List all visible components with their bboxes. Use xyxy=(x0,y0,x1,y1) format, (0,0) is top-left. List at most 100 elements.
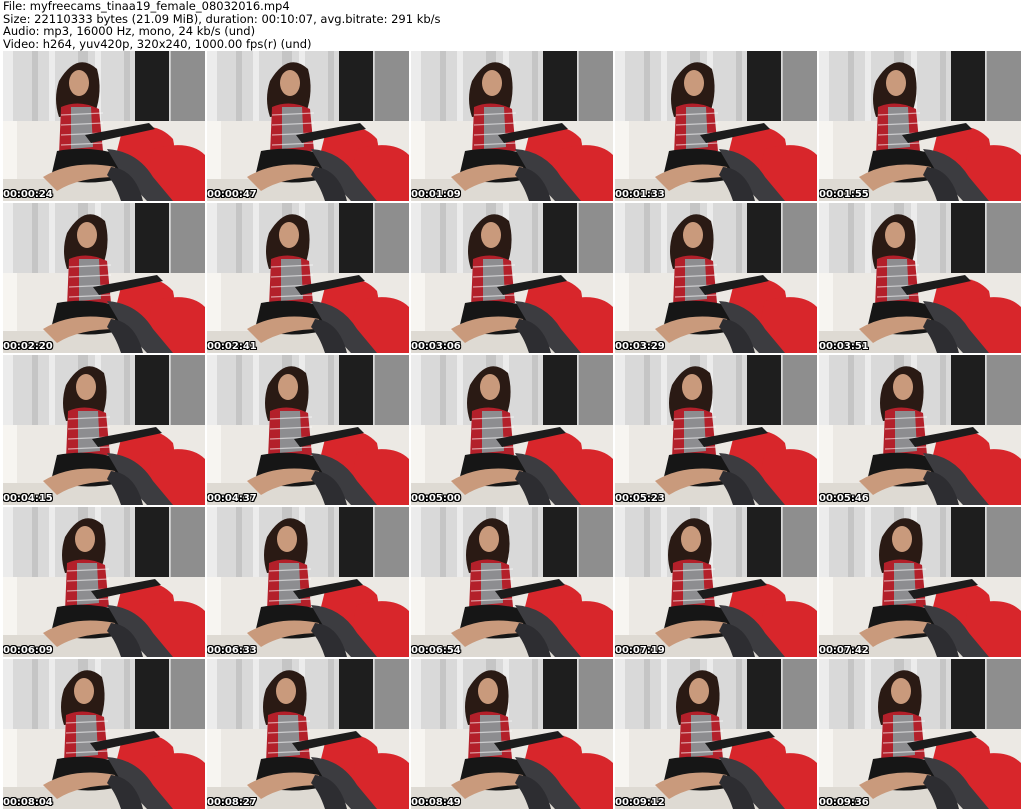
video-thumbnail: 00:06:09 xyxy=(3,507,205,657)
thumbnail-scene xyxy=(3,507,205,657)
face xyxy=(482,70,502,96)
thumbnail-scene xyxy=(615,203,817,353)
face xyxy=(891,678,911,704)
thumbnail-scene xyxy=(615,507,817,657)
thumbnail-timestamp: 00:05:23 xyxy=(615,493,665,504)
video-thumbnail: 00:05:23 xyxy=(615,355,817,505)
video-info-line: Video: h264, yuv420p, 320x240, 1000.00 f… xyxy=(3,36,312,51)
thumbnail-scene xyxy=(819,355,1021,505)
thumbnail-timestamp: 00:08:49 xyxy=(411,797,461,808)
thumbnail-scene xyxy=(411,507,613,657)
video-thumbnail: 00:05:00 xyxy=(411,355,613,505)
video-thumbnail: 00:02:41 xyxy=(207,203,409,353)
thumbnail-scene xyxy=(207,203,409,353)
thumbnail-timestamp: 00:02:20 xyxy=(3,341,53,352)
face xyxy=(277,526,297,552)
thumbnail-scene xyxy=(207,355,409,505)
thumbnail-timestamp: 00:08:27 xyxy=(207,797,257,808)
thumbnail-scene xyxy=(411,355,613,505)
thumbnail-timestamp: 00:00:47 xyxy=(207,189,257,200)
thumbnail-timestamp: 00:02:41 xyxy=(207,341,257,352)
video-thumbnail: 00:00:24 xyxy=(3,51,205,201)
face xyxy=(276,678,296,704)
video-thumbnail: 00:03:51 xyxy=(819,203,1021,353)
video-thumbnail: 00:04:15 xyxy=(3,355,205,505)
video-thumbnail: 00:09:12 xyxy=(615,659,817,809)
thumbnail-timestamp: 00:03:29 xyxy=(615,341,665,352)
video-thumbnail: 00:06:54 xyxy=(411,507,613,657)
face xyxy=(892,526,912,552)
thumbnail-scene xyxy=(3,355,205,505)
face xyxy=(479,526,499,552)
thumbnail-scene xyxy=(819,203,1021,353)
thumbnail-scene xyxy=(615,659,817,809)
video-thumbnail: 00:01:09 xyxy=(411,51,613,201)
thumbnail-timestamp: 00:06:09 xyxy=(3,645,53,656)
thumbnail-timestamp: 00:06:54 xyxy=(411,645,461,656)
thumbnail-scene xyxy=(819,51,1021,201)
thumbnail-timestamp: 00:04:15 xyxy=(3,493,53,504)
face xyxy=(76,374,96,400)
face xyxy=(885,222,905,248)
face xyxy=(689,678,709,704)
thumbnail-scene xyxy=(207,51,409,201)
thumbnail-scene xyxy=(615,355,817,505)
video-thumbnail: 00:03:29 xyxy=(615,203,817,353)
video-thumbnail: 00:08:49 xyxy=(411,659,613,809)
video-thumbnail: 00:01:33 xyxy=(615,51,817,201)
thumbnail-scene xyxy=(411,203,613,353)
thumbnail-scene xyxy=(819,507,1021,657)
face xyxy=(684,70,704,96)
thumbnail-scene xyxy=(3,203,205,353)
face xyxy=(69,70,89,96)
thumbnail-timestamp: 00:04:37 xyxy=(207,493,257,504)
face xyxy=(480,374,500,400)
thumbnail-scene xyxy=(3,659,205,809)
face xyxy=(74,678,94,704)
video-thumbnail: 00:01:55 xyxy=(819,51,1021,201)
video-thumbnail: 00:05:46 xyxy=(819,355,1021,505)
thumbnail-scene xyxy=(207,659,409,809)
thumbnail-scene xyxy=(819,659,1021,809)
face xyxy=(279,222,299,248)
thumbnail-timestamp: 00:07:19 xyxy=(615,645,665,656)
thumbnail-timestamp: 00:07:42 xyxy=(819,645,869,656)
video-thumbnail: 00:07:42 xyxy=(819,507,1021,657)
audio-info-line: Audio: mp3, 16000 Hz, mono, 24 kb/s (und… xyxy=(3,24,256,38)
thumbnail-scene xyxy=(615,51,817,201)
thumbnail-scene xyxy=(207,507,409,657)
video-thumbnail: 00:02:20 xyxy=(3,203,205,353)
thumbnail-timestamp: 00:09:36 xyxy=(819,797,869,808)
thumbnail-timestamp: 00:03:51 xyxy=(819,341,869,352)
video-thumbnail: 00:08:04 xyxy=(3,659,205,809)
thumbnail-timestamp: 00:05:00 xyxy=(411,493,461,504)
video-thumbnail: 00:04:37 xyxy=(207,355,409,505)
thumbnail-scene xyxy=(3,51,205,201)
thumbnail-timestamp: 00:01:33 xyxy=(615,189,665,200)
face xyxy=(886,70,906,96)
face xyxy=(478,678,498,704)
thumbnail-timestamp: 00:00:24 xyxy=(3,189,53,200)
face xyxy=(77,222,97,248)
face xyxy=(75,526,95,552)
file-name-line: File: myfreecams_tinaa19_female_08032016… xyxy=(3,0,290,13)
video-thumbnail: 00:03:06 xyxy=(411,203,613,353)
thumbnail-timestamp: 00:05:46 xyxy=(819,493,869,504)
face xyxy=(278,374,298,400)
video-thumbnail: 00:06:33 xyxy=(207,507,409,657)
video-thumbnail: 00:07:19 xyxy=(615,507,817,657)
face xyxy=(681,526,701,552)
thumbnail-timestamp: 00:08:04 xyxy=(3,797,53,808)
thumbnail-scene xyxy=(411,659,613,809)
thumbnail-timestamp: 00:09:12 xyxy=(615,797,665,808)
face xyxy=(682,374,702,400)
video-thumbnail: 00:08:27 xyxy=(207,659,409,809)
thumbnail-timestamp: 00:03:06 xyxy=(411,341,461,352)
face xyxy=(481,222,501,248)
thumbnail-grid: 00:00:24 00:00:47 00:01:09 00:01:33 00:01:55… xyxy=(3,51,1021,811)
video-thumbnail: 00:09:36 xyxy=(819,659,1021,809)
thumbnail-timestamp: 00:01:55 xyxy=(819,189,869,200)
thumbnail-timestamp: 00:01:09 xyxy=(411,189,461,200)
face xyxy=(893,374,913,400)
thumbnail-timestamp: 00:06:33 xyxy=(207,645,257,656)
